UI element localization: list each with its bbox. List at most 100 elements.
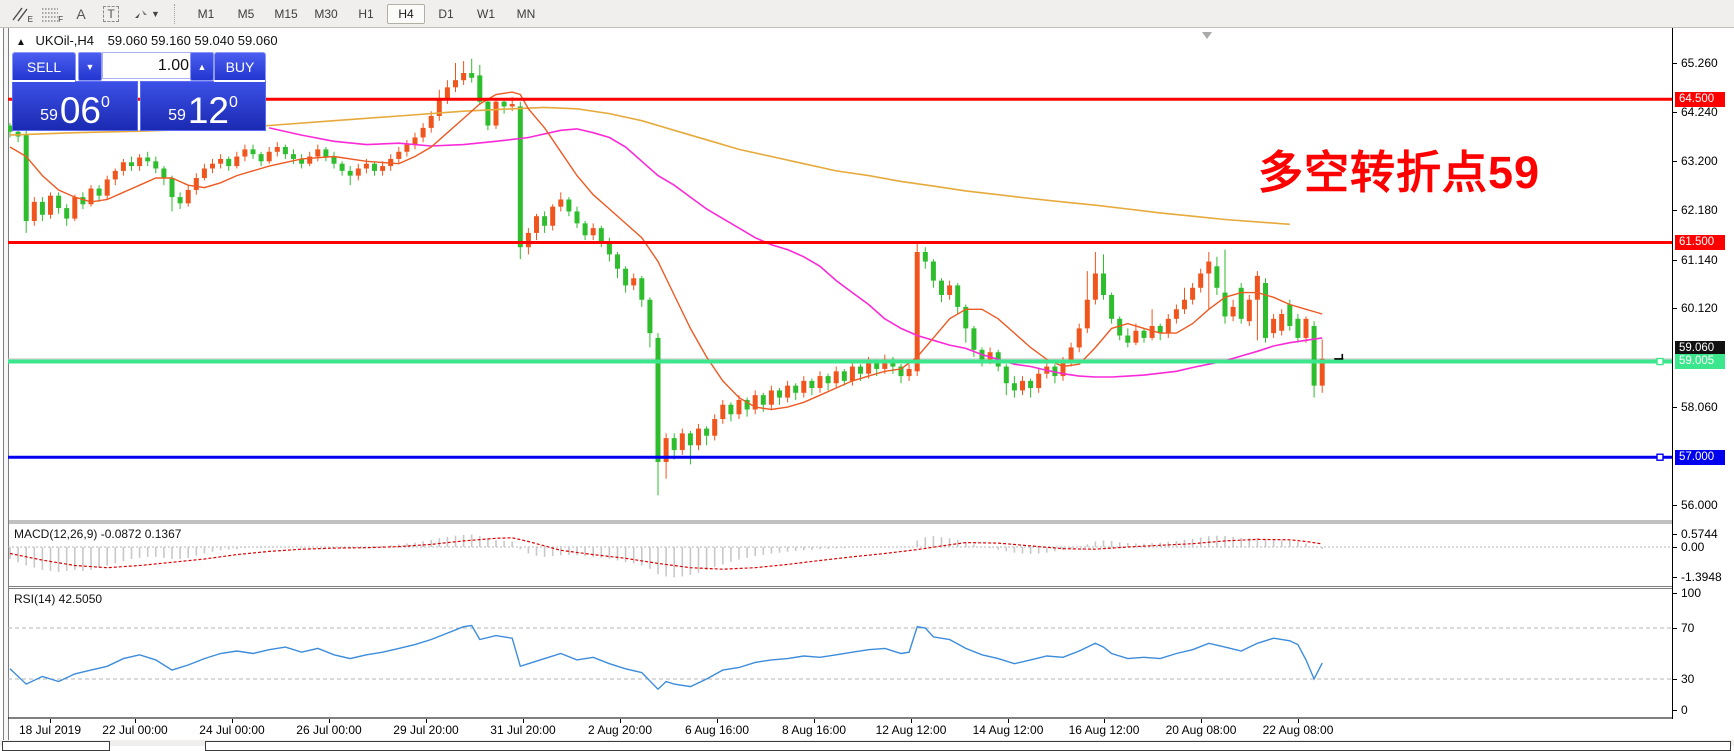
candle-body bbox=[1312, 326, 1317, 386]
chevron-down-icon: ▼ bbox=[151, 9, 160, 19]
candle-body bbox=[413, 137, 418, 144]
toolbar-separator bbox=[174, 4, 180, 24]
mt4-terminal: { "toolbar": { "icons": [ {"name": "equi… bbox=[0, 0, 1734, 746]
volume-down-button[interactable]: ▼ bbox=[78, 52, 102, 81]
candle-body bbox=[202, 168, 207, 178]
candle-body bbox=[1206, 262, 1211, 274]
candle-body bbox=[615, 254, 620, 268]
candle-body bbox=[534, 216, 539, 233]
axis-tick bbox=[1673, 534, 1677, 535]
candle-body bbox=[1255, 276, 1260, 300]
price-chart-canvas[interactable] bbox=[8, 28, 1672, 720]
text-label-icon[interactable]: T bbox=[96, 3, 126, 25]
candle-body bbox=[234, 157, 239, 167]
volume-up-button[interactable]: ▲ bbox=[190, 52, 214, 81]
candle-body bbox=[121, 162, 126, 171]
candle-body bbox=[315, 149, 320, 156]
bottom-tab[interactable] bbox=[2, 741, 110, 751]
candle-body bbox=[32, 202, 37, 221]
text-icon[interactable]: A bbox=[66, 3, 96, 25]
candle-body bbox=[1133, 331, 1138, 343]
hline-price-tag[interactable]: 57.000 bbox=[1675, 450, 1725, 465]
candle-body bbox=[494, 102, 499, 126]
candle-body bbox=[761, 395, 766, 405]
rsi-axis-label: 100 bbox=[1681, 586, 1701, 600]
timeframe-button-w1[interactable]: W1 bbox=[467, 4, 505, 24]
candle-body bbox=[1295, 319, 1300, 338]
price-axis-label: 63.200 bbox=[1681, 154, 1718, 168]
axis-tick bbox=[1673, 710, 1677, 711]
hline-price-tag[interactable]: 59.005 bbox=[1675, 354, 1725, 369]
axis-tick bbox=[1673, 679, 1677, 680]
candle-body bbox=[1174, 309, 1179, 319]
rsi-axis-label: 30 bbox=[1681, 672, 1694, 686]
candle-body bbox=[105, 179, 110, 195]
macd-axis-label: 0.00 bbox=[1681, 540, 1704, 554]
candle-body bbox=[858, 367, 863, 374]
rsi-line bbox=[10, 626, 1322, 690]
candle-body bbox=[801, 381, 806, 393]
fibonacci-retracement-icon[interactable]: F bbox=[36, 3, 66, 25]
hline-price-tag[interactable]: 64.500 bbox=[1675, 92, 1725, 107]
candle-body bbox=[502, 102, 507, 107]
price-axis[interactable]: 65.26064.24063.20062.18061.14060.12058.0… bbox=[1673, 28, 1734, 746]
candle-body bbox=[477, 75, 482, 101]
candle-body bbox=[1101, 273, 1106, 294]
candle-body bbox=[226, 159, 231, 166]
bottom-tab[interactable] bbox=[205, 741, 1731, 751]
sell-price-display[interactable]: 59 06 0 bbox=[12, 81, 138, 131]
timeframe-button-m1[interactable]: M1 bbox=[187, 4, 225, 24]
candle-body bbox=[40, 202, 45, 215]
timeframe-button-h1[interactable]: H1 bbox=[347, 4, 385, 24]
candle-body bbox=[1190, 288, 1195, 300]
axis-tick bbox=[1673, 210, 1677, 211]
timeframe-button-mn[interactable]: MN bbox=[507, 4, 545, 24]
bottom-tab-strip bbox=[0, 740, 1734, 746]
hline-price-tag[interactable]: 61.500 bbox=[1675, 235, 1725, 250]
chart-text-annotation[interactable]: 多空转折点59 bbox=[1258, 136, 1540, 201]
timeframe-button-m15[interactable]: M15 bbox=[267, 4, 305, 24]
candle-body bbox=[575, 211, 580, 223]
candle-body bbox=[48, 196, 53, 215]
time-axis-label: 14 Aug 12:00 bbox=[973, 723, 1044, 737]
candle-body bbox=[1279, 314, 1284, 331]
candle-body bbox=[1166, 319, 1171, 333]
candle-body bbox=[242, 149, 247, 156]
candle-body bbox=[380, 166, 385, 171]
rsi-axis-label: 70 bbox=[1681, 621, 1694, 635]
drawing-tools-group: E F A T ▼ bbox=[0, 3, 166, 25]
volume-input[interactable]: 1.00 bbox=[102, 52, 196, 79]
candle-body bbox=[939, 281, 944, 295]
timeframe-button-m30[interactable]: M30 bbox=[307, 4, 345, 24]
timeframe-button-d1[interactable]: D1 bbox=[427, 4, 465, 24]
timeframe-button-h4[interactable]: H4 bbox=[387, 4, 425, 24]
buy-price-display[interactable]: 59 12 0 bbox=[140, 81, 266, 131]
time-axis-label: 6 Aug 16:00 bbox=[685, 723, 749, 737]
candle-body bbox=[1214, 266, 1219, 287]
candle-body bbox=[712, 419, 717, 436]
buy-button[interactable]: BUY bbox=[214, 52, 266, 81]
equidistant-channel-icon[interactable]: E bbox=[6, 3, 36, 25]
hline-drag-handle[interactable] bbox=[1657, 359, 1663, 365]
hline-drag-handle[interactable] bbox=[1657, 454, 1663, 460]
candle-body bbox=[818, 376, 823, 388]
timeframe-button-m5[interactable]: M5 bbox=[227, 4, 265, 24]
time-axis[interactable]: 18 Jul 201922 Jul 00:0024 Jul 00:0026 Ju… bbox=[8, 721, 1672, 740]
candle-body bbox=[793, 386, 798, 393]
candle-body bbox=[1028, 381, 1033, 388]
price-axis-label: 65.260 bbox=[1681, 56, 1718, 70]
ma-medium-magenta bbox=[269, 128, 1322, 377]
candle-body bbox=[955, 285, 960, 306]
candle-body bbox=[623, 269, 628, 286]
axis-tick bbox=[1673, 628, 1677, 629]
candle-body bbox=[283, 147, 288, 154]
candle-body bbox=[145, 157, 150, 161]
one-click-trading-panel: SELL ▼ 1.00 ▲ BUY 59 06 0 59 12 0 bbox=[10, 50, 266, 126]
candle-body bbox=[737, 400, 742, 414]
time-axis-label: 22 Jul 00:00 bbox=[102, 723, 167, 737]
sell-button[interactable]: SELL bbox=[12, 52, 76, 81]
chart-shift-marker[interactable] bbox=[1202, 32, 1212, 39]
arrows-icon[interactable]: ▼ bbox=[126, 3, 166, 25]
macd-label: MACD(12,26,9) -0.0872 0.1367 bbox=[14, 527, 181, 541]
candle-body bbox=[931, 262, 936, 281]
